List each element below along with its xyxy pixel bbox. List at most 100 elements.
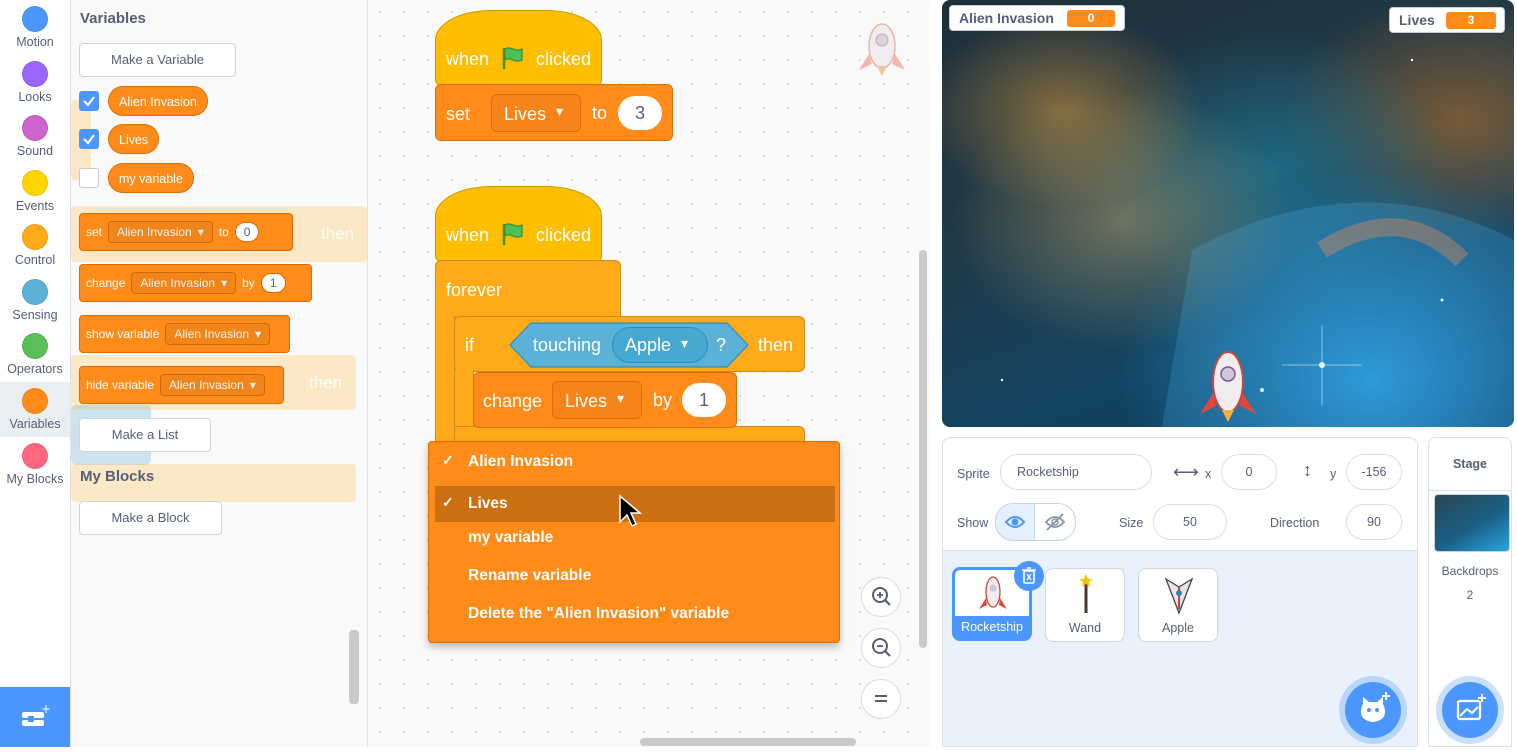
category-label: Motion [16,35,54,49]
x-input[interactable]: 0 [1221,454,1277,490]
variable-dropdown[interactable]: Alien Invasion ▾ [131,272,237,294]
menu-item-label: Rename variable [468,567,592,584]
y-label: y [1330,467,1337,481]
choose-sprite-button[interactable] [1345,682,1401,738]
green-flag-icon [502,223,523,245]
category-events[interactable]: Events [0,170,70,222]
caret-down-icon: ▾ [681,335,689,351]
eye-icon [1004,516,1026,528]
category-operators[interactable]: Operators [0,333,70,385]
make-block-button[interactable]: Make a Block [79,501,222,535]
category-sensing[interactable]: Sensing [0,279,70,331]
category-control[interactable]: Control [0,224,70,276]
script-vertical-scrollbar[interactable] [919,250,927,648]
show-variable-block[interactable]: show variable Alien Invasion ▾ [79,315,290,353]
menu-item-label: Delete the "Alien Invasion" variable [468,605,730,622]
stage-canvas[interactable]: Alien Invasion 0 Lives 3 [942,0,1514,427]
value-input[interactable]: 3 [618,96,662,130]
sprite-tile-apple[interactable]: Apple [1138,568,1218,642]
block-text: change [483,391,543,411]
choose-backdrop-button[interactable] [1442,682,1498,738]
variable-dropdown[interactable]: Alien Invasion ▾ [108,221,213,243]
hide-sprite-button[interactable] [1034,503,1076,541]
show-sprite-button[interactable] [995,503,1035,541]
set-variable-block[interactable]: set Alien Invasion ▾ to 0 [79,213,293,251]
y-input[interactable]: -156 [1346,454,1402,490]
add-extension-button[interactable]: + [0,687,70,747]
checkbox-alien-invasion[interactable] [79,91,99,111]
block-text: set [446,104,471,124]
rocketship-thumbnail-icon [979,576,1007,609]
variables-dot-icon [22,388,48,414]
variable-dropdown[interactable]: Alien Invasion ▾ [160,374,265,396]
zoom-reset-button[interactable] [861,679,901,719]
x-arrows-icon: ⟷ [1173,462,1199,482]
caret-down-icon: ▾ [255,327,262,341]
script-horizontal-scrollbar[interactable] [640,738,856,746]
value-input[interactable]: 0 [234,222,260,242]
menu-item-label: Alien Invasion [468,453,574,470]
make-variable-button[interactable]: Make a Variable [79,43,236,77]
variable-dropdown[interactable]: Lives ▾ [552,381,642,419]
when-flag-clicked-hat[interactable]: when clicked [435,10,602,86]
change-variable-block[interactable]: change Alien Invasion ▾ by 1 [79,264,312,302]
size-input[interactable]: 50 [1153,504,1227,540]
menu-item-alien-invasion[interactable]: ✓ Alien Invasion [435,444,835,480]
value-input[interactable]: 1 [260,273,286,293]
direction-input[interactable]: 90 [1346,504,1402,540]
menu-item-delete-variable[interactable]: Delete the "Alien Invasion" variable [435,596,835,632]
sprite-name-input[interactable]: Rocketship [1000,454,1152,490]
backdrop-thumbnail[interactable] [1434,494,1510,552]
rocketship-sprite-icon[interactable] [1192,344,1264,424]
block-text: when [446,225,490,245]
zoom-reset-icon [875,695,887,702]
category-variables[interactable]: Variables [0,382,70,437]
make-list-button[interactable]: Make a List [79,418,211,452]
block-text: by [653,390,673,410]
block-text: by [242,276,255,290]
delete-sprite-button[interactable] [1014,561,1044,591]
checkbox-my-variable[interactable] [79,168,99,188]
control-dot-icon [22,224,48,250]
touch-target-dropdown[interactable]: Apple ▾ [612,327,708,363]
variable-reporter-lives[interactable]: Lives [108,124,160,154]
ghost-text: then [321,224,355,243]
value-input[interactable]: 1 [682,383,726,417]
zoom-out-button[interactable] [861,628,901,668]
block-text: set [86,225,103,239]
block-palette: then then Variables Make a Variable Alie… [71,0,368,747]
variable-dropdown[interactable]: Alien Invasion ▾ [165,323,271,345]
backdrops-count: 2 [1466,588,1474,602]
sprite-tile-name: Wand [1068,621,1102,635]
hide-variable-block[interactable]: hide variable Alien Invasion ▾ [79,366,284,404]
palette-scrollbar[interactable] [349,630,359,704]
variable-reporter-alien-invasion[interactable]: Alien Invasion [108,86,208,116]
category-my-blocks[interactable]: My Blocks [0,443,70,495]
backdrop-add-icon [1456,694,1486,721]
forever-block[interactable]: forever [435,260,621,318]
zoom-in-button[interactable] [861,577,901,617]
block-text: clicked [536,49,592,69]
backdrops-label: Backdrops [1441,564,1499,578]
sprite-watermark-icon [859,23,905,76]
checkmark-icon: ✓ [442,494,454,510]
checkbox-lives[interactable] [79,129,99,149]
apple-thumbnail-icon [1164,577,1194,615]
sprite-tile-wand[interactable]: Wand [1045,568,1125,642]
when-flag-clicked-hat[interactable]: when clicked [435,186,602,262]
category-motion[interactable]: Motion [0,6,70,58]
x-label: x [1205,467,1212,481]
category-label: Sensing [12,308,58,322]
category-label: Control [14,253,56,267]
check-icon [83,134,95,145]
category-sound[interactable]: Sound [0,115,70,167]
category-label: Operators [7,362,63,376]
zoom-in-icon [872,587,891,606]
variable-reporter-my-variable[interactable]: my variable [108,163,194,193]
variables-heading: Variables [80,10,146,27]
menu-item-rename-variable[interactable]: Rename variable [435,558,835,594]
sprite-info-panel: Sprite Rocketship ⟷ x 0 ↕ y -156 Show Si… [943,438,1417,551]
category-looks[interactable]: Looks [0,61,70,113]
variable-dropdown[interactable]: Lives ▾ [491,94,581,132]
sensing-dot-icon [22,279,48,305]
